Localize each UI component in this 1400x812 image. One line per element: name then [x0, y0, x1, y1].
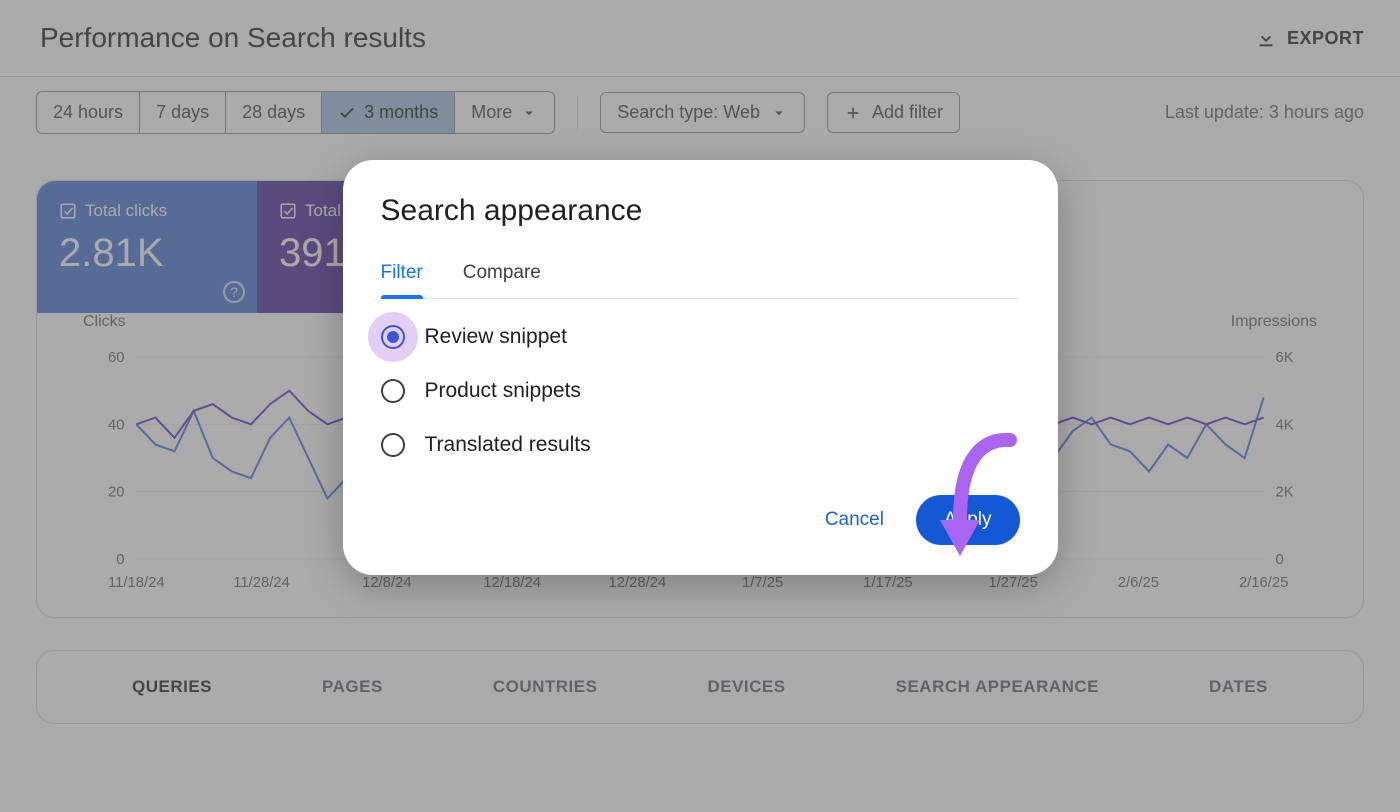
filter-option-product-snippets[interactable]: Product snippets: [381, 379, 1020, 403]
dialog-tabs: Filter Compare: [381, 252, 1020, 299]
dialog-title: Search appearance: [381, 194, 1020, 228]
filter-option-label: Translated results: [425, 433, 591, 457]
dialog-tab-filter[interactable]: Filter: [381, 252, 423, 298]
filter-option-translated-results[interactable]: Translated results: [381, 433, 1020, 457]
modal-overlay[interactable]: Search appearance Filter Compare Review …: [0, 0, 1400, 812]
radio-icon: [381, 379, 405, 403]
radio-icon: [381, 433, 405, 457]
search-appearance-dialog: Search appearance Filter Compare Review …: [343, 160, 1058, 575]
dialog-tab-compare[interactable]: Compare: [463, 252, 541, 298]
filter-option-review-snippet[interactable]: Review snippet: [381, 325, 1020, 349]
filter-option-label: Product snippets: [425, 379, 581, 403]
dialog-actions: Cancel Apply: [381, 495, 1020, 545]
radio-icon: [381, 325, 405, 349]
filter-options-list: Review snippet Product snippets Translated…: [381, 299, 1020, 457]
cancel-button[interactable]: Cancel: [811, 497, 898, 543]
apply-button[interactable]: Apply: [916, 495, 1020, 545]
filter-option-label: Review snippet: [425, 325, 567, 349]
